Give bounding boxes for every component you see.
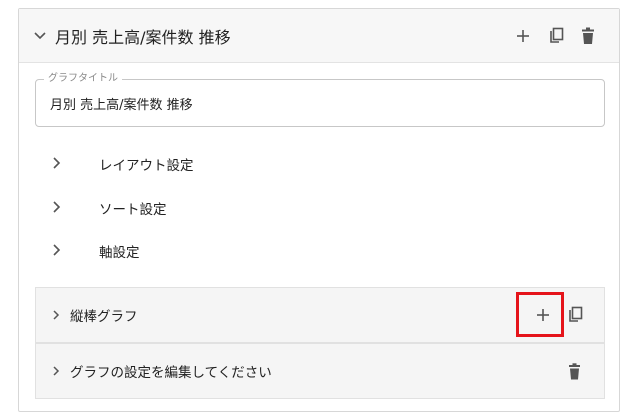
chevron-right-icon[interactable] — [50, 308, 62, 322]
copy-button[interactable] — [548, 27, 564, 45]
add-series-button[interactable] — [535, 307, 551, 323]
delete-series-button[interactable] — [568, 363, 581, 380]
panel-title: 月別 売上高/案件数 推移 — [55, 28, 231, 47]
panel-header[interactable]: 月別 売上高/案件数 推移 — [19, 9, 619, 63]
section-label: ソート設定 — [99, 202, 167, 218]
graph-title-field[interactable]: グラフタイトル 月別 売上高/案件数 推移 — [35, 72, 605, 127]
section-label: 軸設定 — [99, 245, 140, 261]
graph-title-label: グラフタイトル — [44, 72, 122, 86]
chevron-right-icon — [53, 157, 61, 169]
series-label: グラフの設定を編集してください — [70, 365, 272, 381]
series-panel-new-graph[interactable]: グラフの設定を編集してください — [35, 343, 605, 399]
section-label: レイアウト設定 — [99, 158, 194, 174]
graph-title-input[interactable]: 月別 売上高/案件数 推移 — [50, 94, 193, 113]
chevron-right-icon — [53, 201, 61, 213]
add-button[interactable] — [515, 28, 531, 44]
chevron-down-icon[interactable] — [33, 29, 47, 43]
series-panel-column-chart[interactable]: 縦棒グラフ — [35, 287, 605, 343]
copy-series-button[interactable] — [567, 306, 583, 324]
delete-button[interactable] — [581, 27, 595, 45]
chart-settings-panel: 月別 売上高/案件数 推移 グラフタイトル 月別 売上高/案件数 推移 レイアウ… — [18, 8, 620, 412]
chevron-right-icon — [53, 244, 61, 256]
chevron-right-icon[interactable] — [50, 364, 62, 378]
series-label: 縦棒グラフ — [70, 309, 138, 325]
